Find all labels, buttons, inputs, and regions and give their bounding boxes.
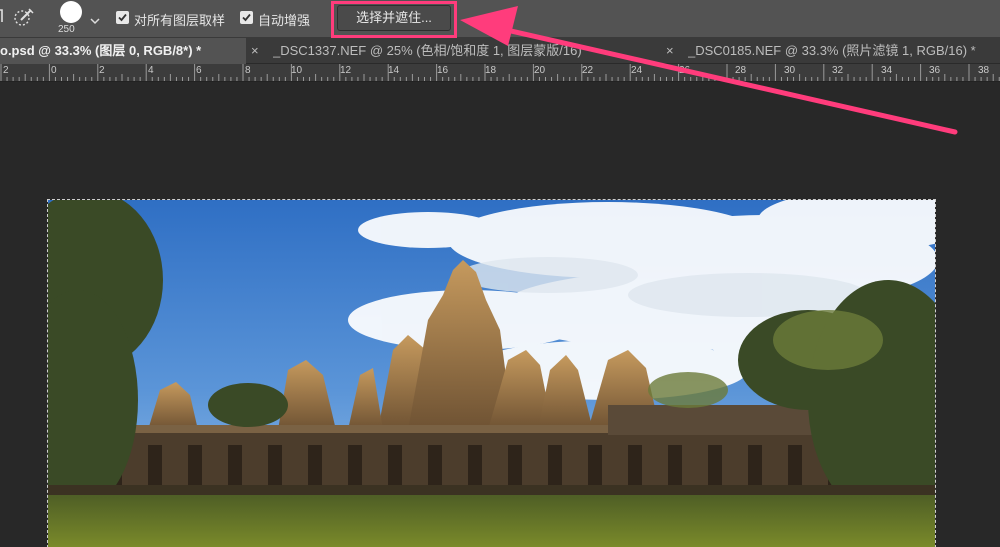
brush-preview[interactable] bbox=[60, 1, 82, 23]
auto-enhance-checkbox[interactable] bbox=[240, 11, 253, 24]
ruler-label: 2 bbox=[99, 65, 105, 76]
ruler-label: 36 bbox=[929, 65, 941, 76]
select-and-mask-button[interactable]: 选择并遮住... bbox=[337, 5, 451, 31]
ruler-label: 18 bbox=[485, 65, 497, 76]
tab-close-icon[interactable]: × bbox=[666, 38, 674, 64]
ruler-label: 0 bbox=[51, 65, 57, 76]
ruler-label: 22 bbox=[582, 65, 594, 76]
checkmark-icon bbox=[242, 13, 251, 22]
ruler-label: 6 bbox=[196, 65, 202, 76]
auto-enhance-label: 自动增强 bbox=[258, 13, 311, 28]
ruler-label: 14 bbox=[388, 65, 400, 76]
horizontal-ruler[interactable]: 2 0 2 4 6 8 10 12 14 16 18 20 22 24 26 2… bbox=[0, 64, 1000, 82]
ruler-label: 12 bbox=[340, 65, 352, 76]
canvas-image[interactable] bbox=[47, 199, 936, 547]
ruler-label: 10 bbox=[291, 65, 303, 76]
ruler-label: 34 bbox=[881, 65, 893, 76]
ruler-label: 26 bbox=[679, 65, 691, 76]
tab-document-2[interactable]: _DSC1337.NEF @ 25% (色相/饱和度 1, 图层蒙版/16) * bbox=[273, 38, 653, 64]
ruler-label: 16 bbox=[437, 65, 449, 76]
document-tabs: o.psd @ 33.3% (图层 0, RGB/8*) * × _DSC133… bbox=[0, 38, 1000, 64]
ruler-label: 38 bbox=[978, 65, 990, 76]
ruler-label: 8 bbox=[245, 65, 251, 76]
tab-document-1[interactable]: o.psd @ 33.3% (图层 0, RGB/8*) * bbox=[0, 38, 246, 64]
options-bar: 250 对所有图层取样 自动增强 选择并遮住... bbox=[0, 0, 1000, 38]
brush-size-value: 250 bbox=[58, 24, 75, 35]
ruler-label: 4 bbox=[148, 65, 154, 76]
checkmark-icon bbox=[118, 13, 127, 22]
quick-selection-icon[interactable] bbox=[12, 6, 36, 28]
tab-close-icon[interactable]: × bbox=[251, 38, 259, 64]
temple-photo bbox=[48, 200, 935, 547]
ruler-label: 28 bbox=[735, 65, 747, 76]
sample-all-layers-checkbox[interactable] bbox=[116, 11, 129, 24]
ruler-label: 2 bbox=[3, 65, 9, 76]
chevron-down-icon[interactable] bbox=[90, 12, 100, 25]
ruler-label: 32 bbox=[832, 65, 844, 76]
ruler-label: 20 bbox=[534, 65, 546, 76]
ruler-label: 30 bbox=[784, 65, 796, 76]
ruler-label: 24 bbox=[631, 65, 643, 76]
sample-all-layers-label: 对所有图层取样 bbox=[134, 13, 226, 28]
tab-document-3[interactable]: _DSC0185.NEF @ 33.3% (照片滤镜 1, RGB/16) * bbox=[688, 38, 1000, 64]
